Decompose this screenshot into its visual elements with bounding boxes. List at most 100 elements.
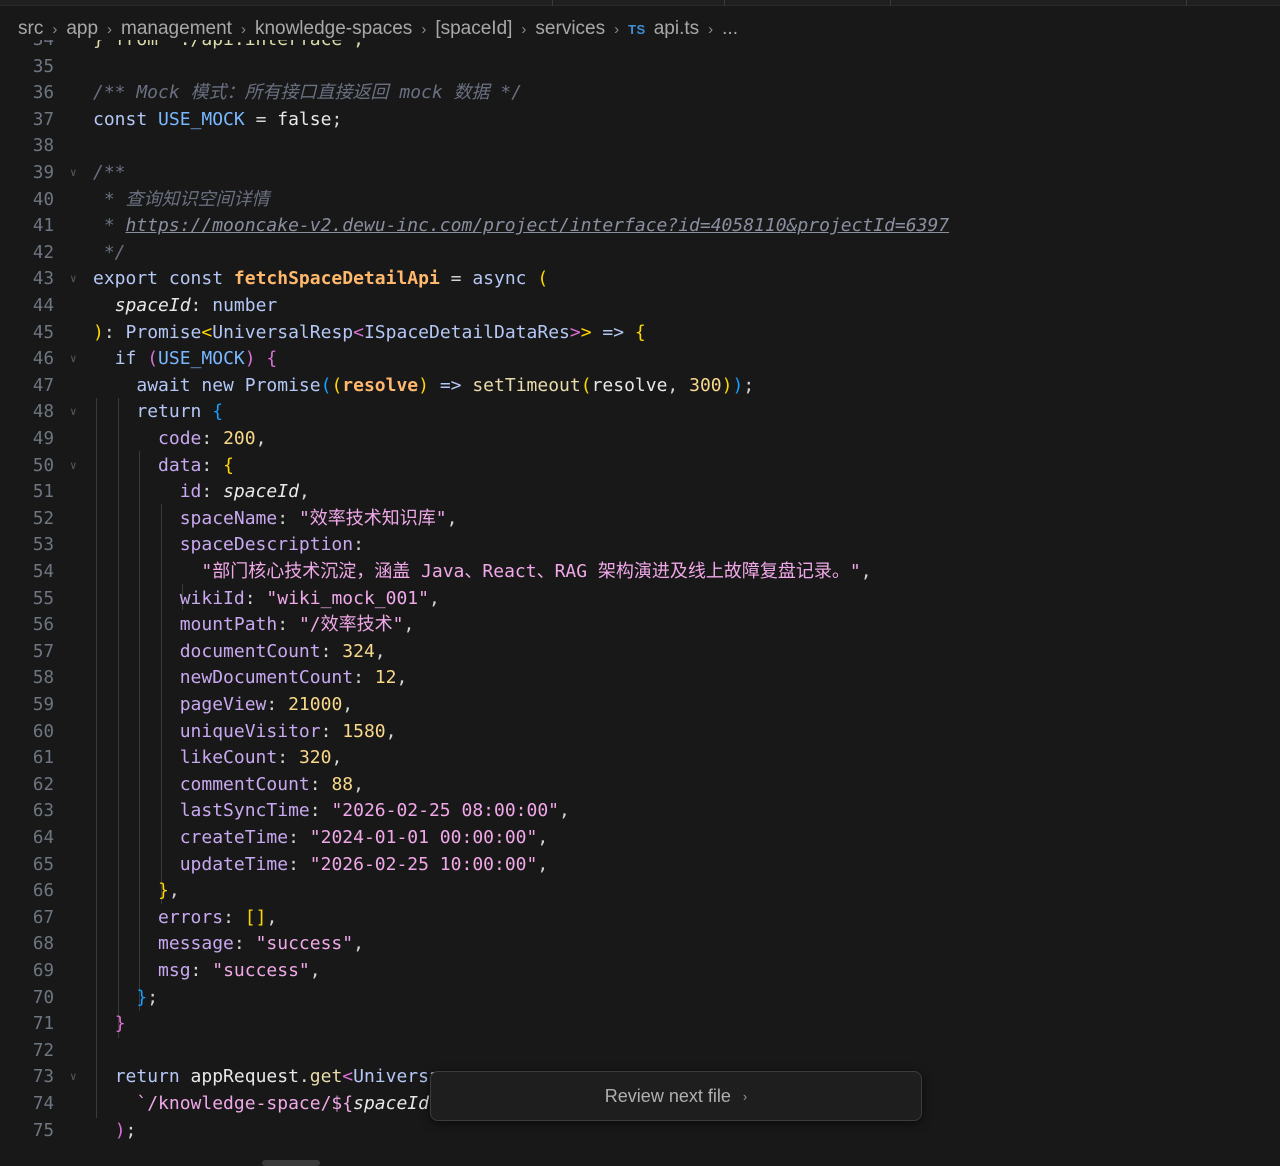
code-token: ( <box>320 374 332 396</box>
code-token: { <box>223 454 234 476</box>
code-line[interactable]: 49 code: 200, <box>0 426 1280 453</box>
breadcrumb-item-app[interactable]: app <box>66 18 98 40</box>
code-token: pageView <box>179 694 267 715</box>
code-line[interactable]: 62 commentCount: 88, <box>0 772 1280 799</box>
code-text: createTime: "2024-01-01 00:00:00", <box>93 825 548 852</box>
code-line[interactable]: 70 }; <box>0 985 1280 1012</box>
code-line[interactable]: 53 spaceDescription: <box>0 532 1280 559</box>
code-line[interactable]: 45): Promise<UniversalResp<ISpaceDetailD… <box>0 320 1280 347</box>
code-text: * 查询知识空间详情 <box>93 187 270 214</box>
code-line[interactable]: 68 message: "success", <box>0 931 1280 958</box>
code-line[interactable]: 63 lastSyncTime: "2026-02-25 08:00:00", <box>0 798 1280 825</box>
code-line[interactable]: 39 ∨ /** <box>0 160 1280 187</box>
code-token: , <box>537 853 549 875</box>
code-token: /** Mock 模式：所有接口直接返回 mock 数据 */ <box>93 82 523 104</box>
line-number: 71 <box>32 1014 54 1035</box>
code-line[interactable]: 52 spaceName: "效率技术知识库", <box>0 506 1280 533</box>
code-token: false <box>277 108 332 130</box>
fold-chevron-icon[interactable]: ∨ <box>70 399 77 426</box>
code-line[interactable]: 61 likeCount: 320, <box>0 745 1280 772</box>
code-line[interactable]: 54 "部门核心技术沉淀，涵盖 Java、React、RAG 架构演进及线上故障… <box>0 559 1280 586</box>
code-token: : <box>190 295 213 316</box>
code-text: const USE_MOCK = false; <box>93 107 342 134</box>
line-number: 66 <box>32 881 54 902</box>
code-token: commentCount <box>179 773 310 795</box>
code-token: export const <box>93 268 234 290</box>
code-line[interactable]: 50 ∨ data: { <box>0 453 1280 480</box>
code-line[interactable]: 34} from './api.interface'; <box>0 40 1280 54</box>
breadcrumb-item-management[interactable]: management <box>121 18 232 40</box>
code-token: { <box>255 348 278 370</box>
code-token: , <box>860 561 872 582</box>
code-line[interactable]: 56 mountPath: "/效率技术", <box>0 612 1280 639</box>
code-token: : <box>288 853 310 875</box>
code-line[interactable]: 43 ∨ export const fetchSpaceDetailApi = as… <box>0 266 1280 293</box>
code-line[interactable]: 58 newDocumentCount: 12, <box>0 665 1280 692</box>
code-line[interactable]: 57 documentCount: 324, <box>0 639 1280 666</box>
code-line[interactable]: 41 * https://mooncake-v2.dewu-inc.com/pr… <box>0 213 1280 240</box>
code-token: setTimeout <box>472 374 581 396</box>
code-line[interactable]: 51 id: spaceId, <box>0 479 1280 506</box>
code-line[interactable]: 48 ∨ return { <box>0 399 1280 426</box>
code-line[interactable]: 75 ); <box>0 1118 1280 1145</box>
horizontal-scrollbar-thumb[interactable] <box>262 1160 320 1166</box>
code-line[interactable]: 37 const USE_MOCK = false; <box>0 107 1280 134</box>
fold-chevron-icon[interactable]: ∨ <box>70 453 77 480</box>
code-line[interactable]: 38 <box>0 133 1280 160</box>
code-line[interactable]: 36 /** Mock 模式：所有接口直接返回 mock 数据 */ <box>0 80 1280 107</box>
code-line[interactable]: 69 msg: "success", <box>0 958 1280 985</box>
code-token: < <box>353 321 364 343</box>
code-line[interactable]: 66 }, <box>0 878 1280 905</box>
code-token: ) <box>732 374 744 396</box>
fold-chevron-icon[interactable]: ∨ <box>70 160 77 187</box>
code-token: return <box>114 1066 191 1088</box>
code-line[interactable]: 71 } <box>0 1011 1280 1038</box>
code-line[interactable]: 59 pageView: 21000, <box>0 692 1280 719</box>
code-line[interactable]: 42 */ <box>0 240 1280 267</box>
code-line[interactable]: 64 createTime: "2024-01-01 00:00:00", <box>0 825 1280 852</box>
code-line[interactable]: 40 * 查询知识空间详情 <box>0 187 1280 214</box>
code-token: : <box>190 960 213 981</box>
fold-chevron-icon[interactable]: ∨ <box>70 1064 77 1091</box>
code-editor[interactable]: 34} from './api.interface'; 35 36 /** Mock … <box>0 40 1280 1166</box>
line-number: 49 <box>32 429 54 449</box>
code-text: mountPath: "/效率技术", <box>93 612 415 639</box>
code-line[interactable]: 72 <box>0 1038 1280 1065</box>
code-token: resolve <box>591 374 668 396</box>
code-token: , <box>309 960 321 981</box>
review-next-file-button[interactable]: Review next file › <box>430 1071 922 1121</box>
code-line[interactable]: 35 <box>0 54 1280 81</box>
breadcrumb-symbols-ellipsis[interactable]: ... <box>722 18 738 40</box>
code-line[interactable]: 46 ∨ if (USE_MOCK) { <box>0 346 1280 373</box>
code-line[interactable]: 44 spaceId: number <box>0 293 1280 320</box>
breadcrumb-item-knowledge-spaces[interactable]: knowledge-spaces <box>255 18 412 40</box>
code-token: ( <box>331 374 343 396</box>
code-token: 88 <box>331 773 354 795</box>
line-number: 65 <box>32 854 54 875</box>
code-token: * <box>93 215 126 237</box>
fold-chevron-icon[interactable]: ∨ <box>70 266 77 293</box>
breadcrumb-item-src[interactable]: src <box>18 18 43 40</box>
line-number: 46 <box>32 349 54 370</box>
breadcrumb-item-file[interactable]: api.ts <box>654 18 699 40</box>
breadcrumb-item-spaceid[interactable]: [spaceId] <box>435 18 512 40</box>
line-number: 61 <box>32 748 54 769</box>
code-token: , <box>537 827 549 848</box>
code-line[interactable]: 65 updateTime: "2026-02-25 10:00:00", <box>0 852 1280 879</box>
chevron-right-icon: › <box>107 20 113 38</box>
code-line[interactable]: 60 uniqueVisitor: 1580, <box>0 719 1280 746</box>
code-line[interactable]: 55 wikiId: "wiki_mock_001", <box>0 586 1280 613</box>
code-line[interactable]: 47 await new Promise((resolve) => setTim… <box>0 373 1280 400</box>
fold-chevron-icon[interactable]: ∨ <box>70 346 77 373</box>
breadcrumb-item-services[interactable]: services <box>535 18 605 40</box>
code-line[interactable]: 67 errors: [], <box>0 905 1280 932</box>
